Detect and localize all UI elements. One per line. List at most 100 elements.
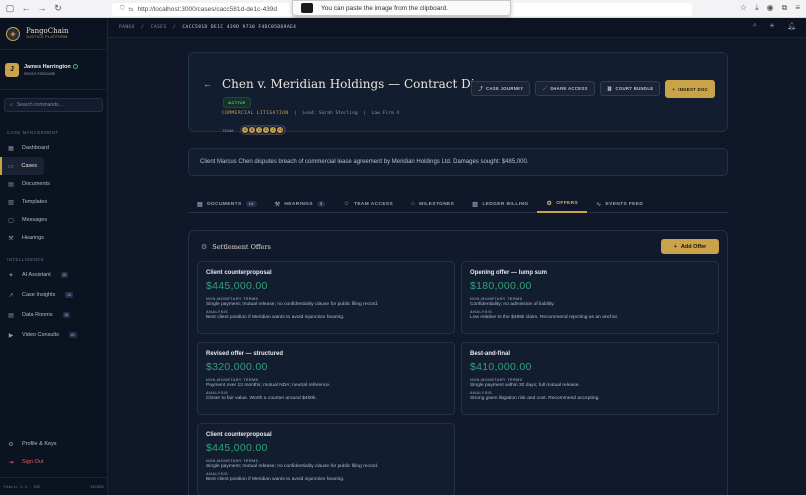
- back-arrow-icon[interactable]: ←: [203, 79, 212, 89]
- shield-icon: ⛉: [120, 6, 125, 12]
- sidebar-item-messages[interactable]: ▢ Messages: [0, 211, 107, 229]
- sign-out-button[interactable]: ⇥ Sign Out: [0, 453, 108, 471]
- search-placeholder: Search commands...: [16, 102, 63, 108]
- reload-icon[interactable]: ↻: [53, 3, 63, 14]
- bookmark-star-icon[interactable]: ☆: [740, 3, 747, 13]
- ingest-doc-button[interactable]: + INGEST DOC: [665, 80, 715, 98]
- offer-amount: $180,000.00: [470, 280, 532, 292]
- permissions-icon: ⇆: [128, 7, 134, 13]
- account-icon[interactable]: ◉: [767, 3, 774, 13]
- offer-analysis: Best client position if Meridian wants t…: [206, 315, 345, 320]
- trend-icon: ↗: [8, 292, 14, 299]
- sidebar-item-label: Profile & Keys: [22, 441, 57, 447]
- case-actions: ⤴ CASE JOURNEY ⋰ SHARE ACCESS ⛓ COURT BU…: [471, 80, 715, 98]
- court-bundle-button[interactable]: ⛓ COURT BUNDLE: [599, 81, 661, 96]
- sidebar-item-label: Cases: [21, 163, 37, 169]
- sign-out-label: Sign Out: [22, 459, 44, 465]
- offer-amount: $410,000.00: [470, 361, 532, 373]
- theme-toggle-icon[interactable]: ☀: [769, 22, 775, 30]
- share-access-button[interactable]: ⋰ SHARE ACCESS: [535, 81, 595, 96]
- sidebar-item-hearings[interactable]: ⚒ Hearings: [0, 229, 107, 247]
- offer-card[interactable]: Opening offer — lump sum $180,000.00 NON…: [461, 261, 719, 334]
- analysis-label: ANALYSIS: [470, 310, 493, 314]
- team-label: TEAM:: [222, 127, 235, 133]
- activity-icon: ∿: [596, 201, 602, 208]
- sidebar-item-video-consults[interactable]: ▶ Video Consults AI: [0, 326, 107, 344]
- button-label: INGEST DOC: [678, 86, 708, 92]
- plus-icon: +: [672, 86, 676, 92]
- terms-label: NON-MONETARY TERMS: [206, 297, 259, 301]
- tab-milestones[interactable]: ⌂ MILESTONES: [402, 195, 463, 213]
- user-card[interactable]: J James Harrington Senior Associate: [0, 50, 107, 90]
- sidebar-item-label: Dashboard: [22, 145, 49, 151]
- forward-icon[interactable]: →: [37, 3, 47, 14]
- clipboard-toast: You can paste the image from the clipboa…: [292, 0, 511, 16]
- breadcrumb-cases[interactable]: CASES: [151, 25, 167, 30]
- share-icon: ⋰: [542, 85, 548, 91]
- team-avatars[interactable]: A B C D J +1: [240, 125, 287, 135]
- terms-label: NON-MONETARY TERMS: [206, 459, 259, 463]
- gear-icon: ⚙: [8, 441, 14, 448]
- sidebar-item-label: Data Rooms: [22, 312, 53, 318]
- tab-list-icon[interactable]: ▢: [5, 3, 15, 14]
- tab-label: HEARINGS: [284, 201, 313, 207]
- tab-label: EVENTS FEED: [605, 201, 644, 207]
- breadcrumb-pango[interactable]: PANGO: [119, 25, 135, 30]
- tab-offers[interactable]: ⚙ OFFERS: [537, 195, 588, 213]
- offer-card[interactable]: Best-and-final $410,000.00 NON-MONETARY …: [461, 342, 719, 415]
- offer-card[interactable]: Client counterproposal $445,000.00 NON-M…: [197, 423, 455, 495]
- sidebar-item-data-rooms[interactable]: ▤ Data Rooms AI: [0, 306, 107, 324]
- sidebar-item-label: Video Consults: [22, 332, 59, 338]
- tab-team-access[interactable]: ☺ TEAM ACCESS: [334, 195, 402, 213]
- download-icon[interactable]: ⤓: [755, 3, 759, 13]
- offer-title: Best-and-final: [470, 351, 511, 357]
- gear-icon: ⚙: [201, 243, 208, 251]
- tab-events-feed[interactable]: ∿ EVENTS FEED: [587, 195, 652, 213]
- status-badge: ACTIVE: [223, 97, 251, 108]
- brand-logo-icon: ◈: [6, 26, 20, 41]
- case-lead: Lead: Sarah Sterling: [302, 111, 358, 116]
- section-label-intelligence: INTELLIGENCE: [7, 257, 45, 262]
- extensions-icon[interactable]: ⧉: [782, 3, 788, 13]
- sidebar-item-cases[interactable]: ▭ Cases: [0, 157, 44, 175]
- breadcrumb: PANGO / CASES / CACC581D DE1C 439D 9730 …: [119, 25, 297, 30]
- main-content: ← Chen v. Meridian Holdings — Contract D…: [108, 38, 806, 495]
- offer-card[interactable]: Revised offer — structured $320,000.00 N…: [197, 342, 455, 415]
- receipt-icon: ▥: [472, 201, 479, 208]
- offer-title: Revised offer — structured: [206, 351, 284, 357]
- case-firm: Law Firm 4: [371, 111, 400, 116]
- search-icon[interactable]: ⌕: [753, 22, 757, 30]
- tab-hearings[interactable]: ⚒ HEARINGS 5: [266, 195, 335, 213]
- offer-terms: Single payment; mutual release; no confi…: [206, 302, 379, 307]
- offer-title: Opening offer — lump sum: [470, 270, 548, 276]
- tab-documents[interactable]: ▤ DOCUMENTS 14: [188, 195, 266, 213]
- users-icon: ☺: [343, 201, 350, 207]
- sidebar-item-dashboard[interactable]: ▦ Dashboard: [0, 139, 107, 157]
- tab-ledger-billing[interactable]: ▥ LEDGER BILLING: [463, 195, 537, 213]
- case-header: ← Chen v. Meridian Holdings — Contract D…: [188, 52, 728, 135]
- section-label-case-management: CASE MANAGEMENT: [7, 130, 59, 135]
- analysis-label: ANALYSIS: [470, 391, 493, 395]
- user-role: Senior Associate: [24, 70, 56, 76]
- add-offer-button[interactable]: + Add Offer: [661, 239, 719, 254]
- sidebar-item-ai-assistant[interactable]: ✦ AI Assistant AI: [0, 266, 107, 284]
- command-search[interactable]: ⌕ Search commands...: [4, 98, 103, 112]
- sidebar-item-templates[interactable]: ▧ Templates: [0, 193, 107, 211]
- offer-title: Client counterproposal: [206, 270, 272, 276]
- offer-amount: $445,000.00: [206, 280, 268, 292]
- team-avatar-more: +1: [276, 126, 285, 134]
- grid-icon: ▦: [8, 145, 14, 152]
- offer-card[interactable]: Client counterproposal $445,000.00 NON-M…: [197, 261, 455, 334]
- sidebar-item-documents[interactable]: ▤ Documents: [0, 175, 107, 193]
- sidebar-item-profile-keys[interactable]: ⚙ Profile & Keys: [0, 435, 108, 453]
- case-meta: COMMERCIAL LITIGATION | Lead: Sarah Ster…: [222, 111, 400, 116]
- case-journey-button[interactable]: ⤴ CASE JOURNEY: [471, 81, 531, 96]
- bell-icon[interactable]: 🔔︎: [787, 22, 796, 30]
- offer-title: Client counterproposal: [206, 432, 272, 438]
- team-row: TEAM: A B C D J +1: [222, 125, 287, 135]
- count-badge: 5: [316, 201, 326, 207]
- sidebar-item-case-insights[interactable]: ↗ Case Insights AI: [0, 286, 107, 304]
- menu-icon[interactable]: ≡: [795, 3, 800, 13]
- gavel-icon: ⚒: [8, 235, 14, 242]
- back-icon[interactable]: ←: [21, 3, 31, 14]
